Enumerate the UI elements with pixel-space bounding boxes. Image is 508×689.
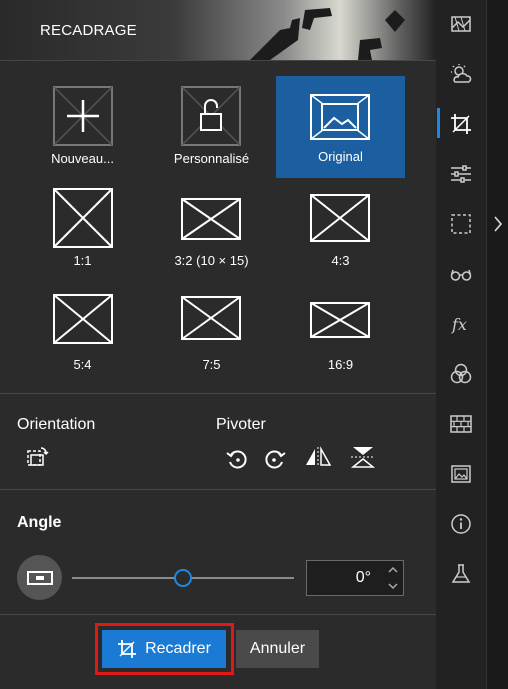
ratio-label: Nouveau... (51, 151, 114, 166)
add-icon (53, 86, 113, 146)
ratio-5-4-button[interactable]: 5:4 (18, 284, 147, 384)
texture-button[interactable] (449, 412, 473, 436)
info-button[interactable] (449, 512, 473, 536)
weather-button[interactable] (449, 62, 473, 86)
frames-button[interactable] (449, 12, 473, 36)
flip-horizontal-button[interactable] (304, 445, 332, 469)
rotate-right-icon (265, 450, 286, 469)
angle-value: 0° (355, 569, 371, 586)
crop-button-label: Recadrer (145, 640, 211, 657)
divider (0, 60, 436, 61)
color-circles-icon (450, 363, 472, 384)
flip-vertical-icon (350, 447, 376, 468)
crop-tool-button[interactable] (449, 112, 473, 136)
ratio-1-1-icon (53, 188, 113, 248)
crop-panel: RECADRAGE Nouveau... Personnalisé Origin… (0, 0, 436, 689)
cancel-button-label: Annuler (249, 640, 306, 657)
ratio-1-1-button[interactable]: 1:1 (18, 180, 147, 280)
texture-icon (450, 415, 472, 433)
ratio-4-3-button[interactable]: 4:3 (276, 180, 405, 280)
ratio-label: 16:9 (327, 357, 354, 372)
selection-icon (451, 214, 471, 234)
glasses-button[interactable] (449, 262, 473, 286)
ratio-custom-button[interactable]: Personnalisé (147, 78, 276, 178)
ratio-4-3-icon (310, 194, 370, 242)
image-icon (451, 465, 471, 483)
ratio-16-9-icon (310, 302, 370, 338)
image-icon (310, 94, 370, 140)
rotate-right-button[interactable] (263, 447, 287, 471)
svg-text:fx: fx (451, 315, 467, 334)
chevron-down-icon[interactable] (387, 580, 399, 592)
ratio-16-9-button[interactable]: 16:9 (276, 284, 405, 384)
adjust-button[interactable] (449, 162, 473, 186)
effects-button[interactable]: fx (449, 312, 473, 336)
ratio-original-button[interactable]: Original (276, 76, 405, 178)
orientation-label: Orientation (17, 416, 96, 433)
flip-horizontal-icon (306, 446, 332, 467)
ratio-label: Original (318, 149, 363, 164)
panel-header: RECADRAGE (0, 0, 436, 60)
level-icon (26, 570, 53, 585)
active-tool-indicator (437, 108, 440, 138)
unlock-icon (181, 86, 241, 146)
adjust-icon (451, 165, 471, 183)
chevron-right-icon[interactable] (492, 214, 504, 234)
color-button[interactable] (449, 362, 473, 386)
rotate-left-icon (226, 450, 247, 469)
selection-button[interactable] (449, 212, 473, 236)
ratio-label: 3:2 (10 × 15) (174, 253, 249, 268)
rotate-label: Pivoter (216, 416, 266, 433)
frames-icon (451, 16, 471, 32)
header-image (250, 8, 405, 60)
chevron-up-icon[interactable] (387, 564, 399, 576)
ratio-7-5-icon (181, 296, 241, 340)
crop-icon (118, 640, 137, 658)
glasses-icon (450, 269, 472, 281)
ratio-5-4-icon (53, 294, 113, 344)
rotate-left-button[interactable] (225, 447, 249, 471)
tools-sidebar: fx (436, 0, 486, 689)
divider (0, 489, 436, 490)
panel-title: RECADRAGE (40, 22, 137, 39)
collapse-panel-strip[interactable] (486, 0, 508, 689)
crop-icon (451, 114, 471, 134)
ratio-label: 4:3 (331, 253, 350, 268)
weather-icon (451, 64, 472, 83)
auto-straighten-button[interactable] (17, 555, 62, 600)
ratio-3-2-icon (181, 198, 241, 240)
divider (0, 614, 436, 615)
lab-button[interactable] (449, 562, 473, 586)
ratio-label: 5:4 (73, 357, 92, 372)
fx-icon: fx (451, 315, 467, 334)
ratio-label: 1:1 (73, 253, 92, 268)
info-icon (451, 514, 471, 534)
cancel-button[interactable]: Annuler (236, 630, 319, 668)
ratio-new-button[interactable]: Nouveau... (18, 78, 147, 178)
divider (0, 393, 436, 394)
flask-icon (451, 564, 471, 583)
angle-input[interactable]: 0° (306, 560, 404, 596)
picture-button[interactable] (449, 462, 473, 486)
orientation-swap-icon (27, 447, 49, 466)
angle-title: Angle (17, 514, 62, 531)
flip-vertical-button[interactable] (350, 445, 376, 469)
ratio-7-5-button[interactable]: 7:5 (147, 284, 276, 384)
orientation-swap-button[interactable] (25, 445, 49, 469)
ratio-label: Personnalisé (173, 151, 250, 166)
crop-button[interactable]: Recadrer (102, 630, 226, 668)
ratio-3-2-button[interactable]: 3:2 (10 × 15) (147, 180, 276, 280)
ratio-label: 7:5 (202, 357, 221, 372)
angle-slider-thumb[interactable] (174, 569, 192, 587)
